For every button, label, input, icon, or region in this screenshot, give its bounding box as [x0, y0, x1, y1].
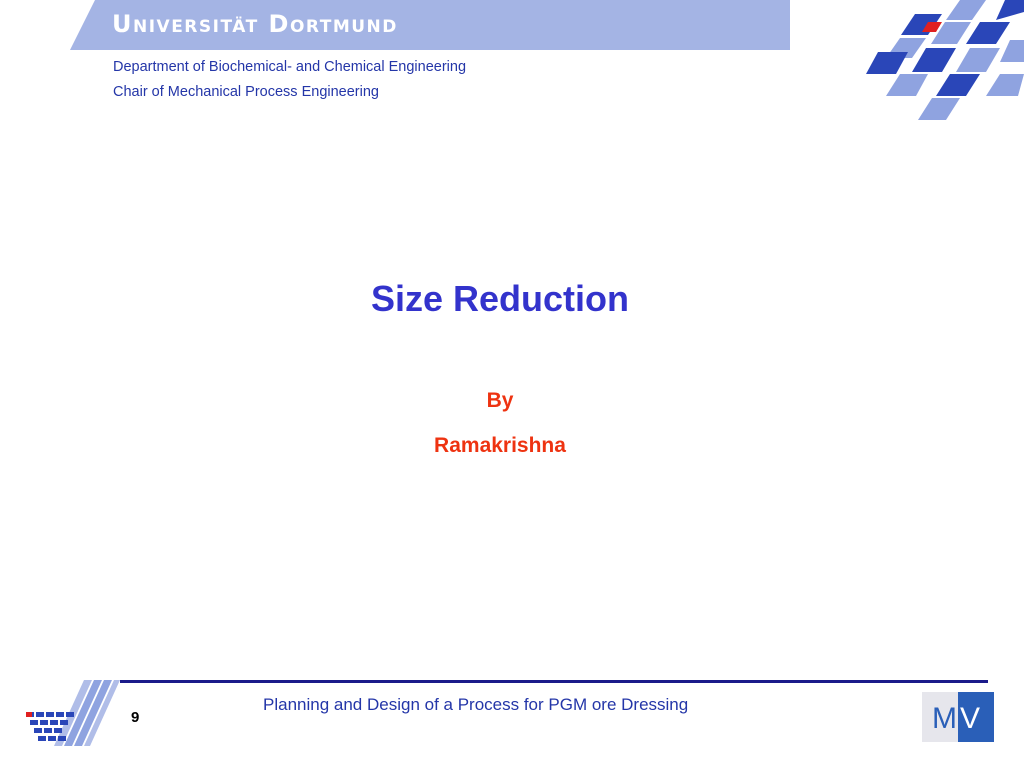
mv-logo-m: M — [932, 702, 957, 735]
chair-label: Chair of Mechanical Process Engineering — [113, 84, 379, 100]
university-name: Universität Dortmund — [112, 10, 398, 38]
mv-logo-v: V — [960, 702, 980, 735]
footer-grid-logo — [26, 680, 120, 746]
university-pattern-logo — [866, 0, 1024, 120]
mv-logo: M V — [922, 692, 994, 742]
department-label: Department of Biochemical- and Chemical … — [113, 59, 467, 75]
footer-divider — [120, 680, 988, 683]
author-name: Ramakrishna — [434, 434, 566, 457]
page-number: 9 — [131, 709, 140, 726]
by-label: By — [486, 389, 514, 412]
footer-title: Planning and Design of a Process for PGM… — [263, 695, 689, 714]
slide-title: Size Reduction — [370, 278, 630, 319]
